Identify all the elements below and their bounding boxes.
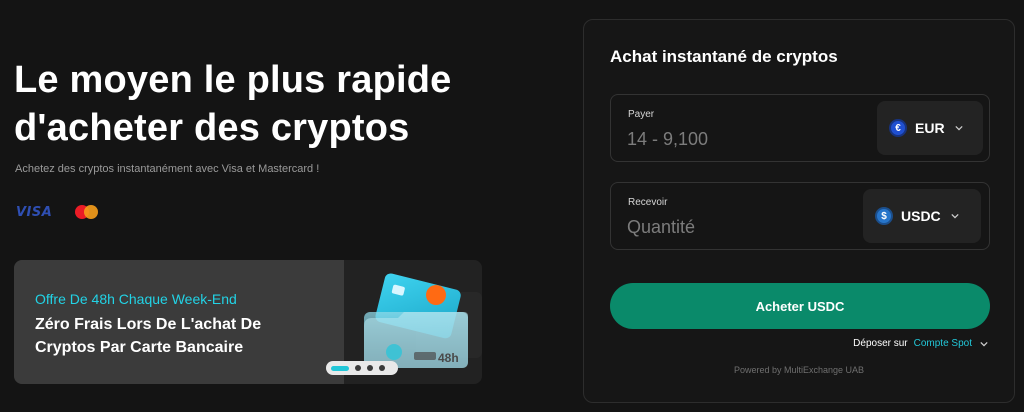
deposit-label: Déposer sur: [853, 338, 908, 349]
promo-48h-badge: 48h: [438, 351, 459, 365]
promo-title: Zéro Frais Lors De L'achat De Cryptos Pa…: [35, 313, 335, 359]
pay-label: Payer: [628, 109, 655, 120]
promo-title-line-1: Zéro Frais Lors De L'achat De: [35, 316, 262, 333]
promo-title-line-2: Cryptos Par Carte Bancaire: [35, 339, 244, 356]
euro-coin-icon: €: [889, 119, 907, 137]
pay-field: Payer € EUR: [610, 94, 990, 162]
hero-title-line-2: d'acheter des cryptos: [14, 107, 410, 149]
promo-kicker: Offre De 48h Chaque Week-End: [35, 291, 237, 307]
receive-field: Recevoir $ USDC: [610, 182, 990, 250]
usdc-coin-icon: $: [875, 207, 893, 225]
mastercard-logo: [74, 204, 100, 220]
widget-title: Achat instantané de cryptos: [610, 47, 838, 66]
carousel-dot[interactable]: [355, 365, 361, 371]
carousel-dot[interactable]: [379, 365, 385, 371]
pay-currency-select[interactable]: € EUR: [877, 101, 983, 155]
buy-usdc-button[interactable]: Acheter USDC: [610, 283, 990, 329]
visa-logo: VISA: [16, 204, 53, 220]
chevron-down-icon[interactable]: [980, 340, 988, 348]
powered-by-text: Powered by MultiExchange UAB: [733, 365, 865, 375]
hero-title: Le moyen le plus rapide d'acheter des cr…: [14, 56, 452, 152]
hero-title-line-1: Le moyen le plus rapide: [14, 59, 452, 101]
receive-label: Recevoir: [628, 197, 668, 208]
instant-buy-widget: Achat instantané de cryptos Payer € EUR …: [583, 19, 1015, 403]
receive-currency-select[interactable]: $ USDC: [863, 189, 981, 243]
deposit-destination[interactable]: Déposer sur Compte Spot: [853, 338, 988, 349]
promo-text-panel: Offre De 48h Chaque Week-End Zéro Frais …: [14, 260, 344, 384]
payment-logos: VISA: [16, 204, 100, 220]
chevron-down-icon: [954, 125, 963, 131]
pay-amount-input[interactable]: [627, 126, 847, 152]
promo-banner[interactable]: Offre De 48h Chaque Week-End Zéro Frais …: [14, 260, 482, 384]
pay-currency-code: EUR: [915, 120, 945, 136]
promo-carousel-indicator[interactable]: [326, 361, 398, 375]
receive-currency-code: USDC: [901, 208, 941, 224]
deposit-target-account[interactable]: Compte Spot: [914, 338, 972, 349]
hero-subtitle: Achetez des cryptos instantanément avec …: [15, 163, 320, 175]
carousel-active-pill[interactable]: [331, 365, 349, 371]
carousel-dot[interactable]: [367, 365, 373, 371]
chevron-down-icon: [951, 213, 959, 219]
receive-quantity-input[interactable]: [627, 214, 847, 240]
